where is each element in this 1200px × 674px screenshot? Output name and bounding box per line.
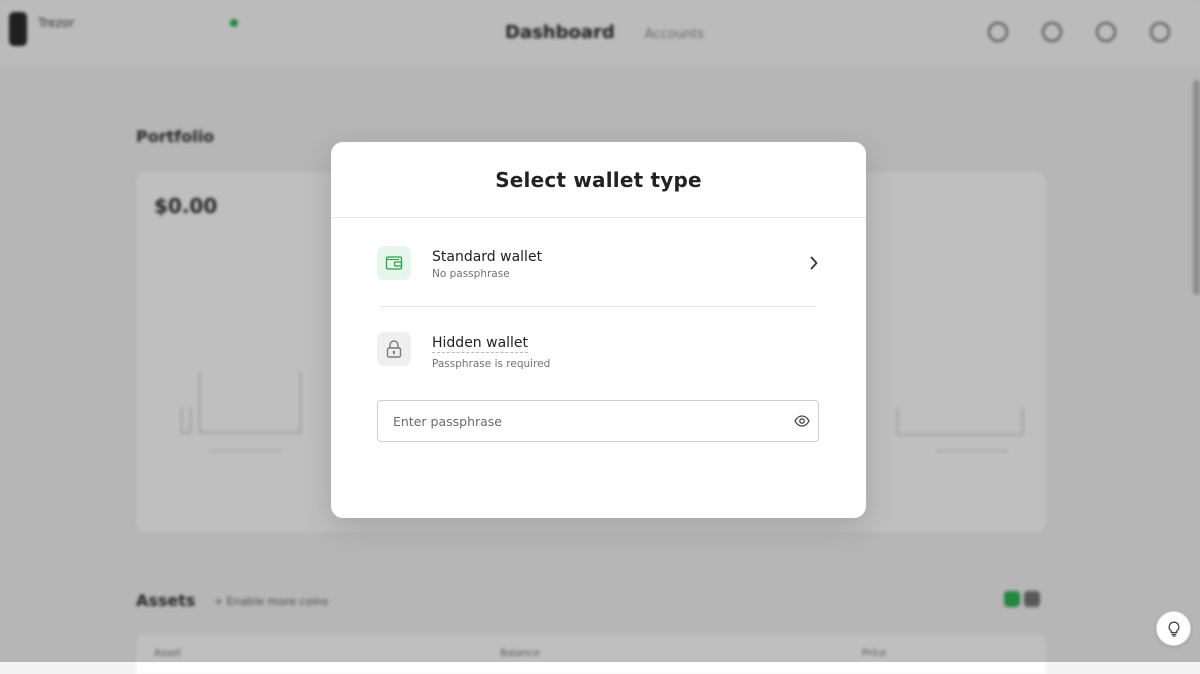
chevron-right-icon [809,255,819,275]
tips-button[interactable] [1156,611,1191,646]
hidden-wallet-description: Passphrase is required [432,358,551,370]
standard-wallet-description: No passphrase [432,268,510,280]
modal-header: Select wallet type [331,142,866,218]
standard-wallet-option[interactable]: Standard wallet No passphrase [377,246,821,282]
passphrase-input[interactable] [378,401,778,441]
lightbulb-icon [1168,621,1179,637]
hidden-wallet-label: Hidden wallet [432,335,529,353]
lock-icon [377,332,411,366]
wallet-icon [377,246,411,280]
hidden-wallet-option[interactable]: Hidden wallet Passphrase is required [377,332,821,372]
modal-title: Select wallet type [495,167,702,192]
passphrase-field[interactable] [377,400,819,442]
select-wallet-modal: Select wallet type Standard wallet No pa… [331,142,866,518]
eye-icon[interactable] [793,413,811,429]
options-divider [380,306,816,307]
standard-wallet-label: Standard wallet [432,249,543,265]
